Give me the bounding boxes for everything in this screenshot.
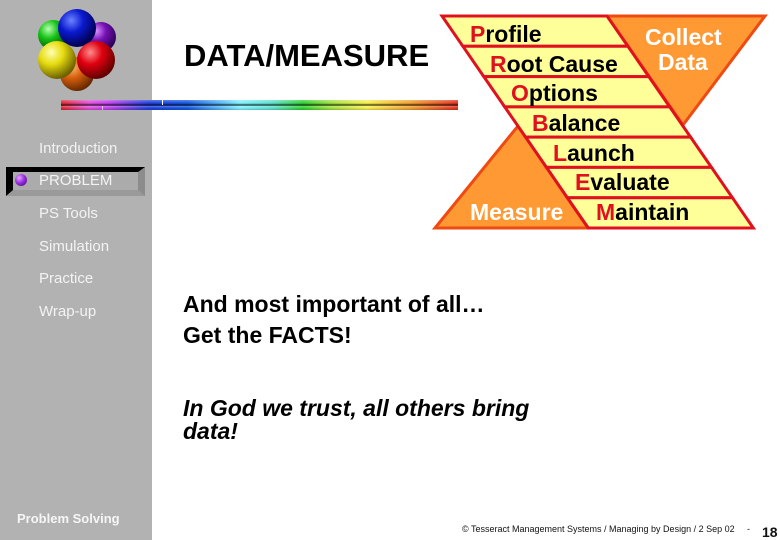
rainbow-divider [61, 100, 458, 110]
colored-spheres-logo-icon [38, 9, 116, 91]
divider-tick [162, 99, 163, 105]
band-label-maintain: Maintain [596, 199, 689, 225]
band-label-balance: Balance [532, 110, 620, 136]
nav-item-simulation[interactable]: Simulation [39, 239, 109, 254]
quote-secondary-line-2: data! [183, 418, 238, 444]
nav-item-practice[interactable]: Practice [39, 271, 93, 286]
page-number: 18 [762, 524, 778, 540]
yellow-sphere-icon [38, 41, 76, 79]
divider-tick [102, 106, 103, 110]
quote-primary-line-1: And most important of all… [183, 291, 485, 317]
red-sphere-icon [77, 41, 115, 79]
nav-item-ps-tools[interactable]: PS Tools [39, 206, 98, 221]
band-label-root-cause: Root Cause [490, 51, 618, 77]
quote-secondary-line-1: In God we trust, all others bring [183, 395, 530, 421]
band-label-evaluate: Evaluate [575, 169, 670, 195]
band-label-options: Options [511, 80, 598, 106]
collect-label: Collect [645, 24, 722, 50]
section-label: Problem Solving [17, 511, 120, 526]
problem-diagram: Profile Root Cause Options Balance Launc… [431, 14, 769, 230]
nav-item-wrap-up[interactable]: Wrap-up [39, 304, 96, 319]
nav-item-problem[interactable]: PROBLEM [39, 173, 112, 188]
sidebar: Introduction PROBLEM PS Tools Simulation… [0, 0, 152, 540]
blue-sphere-icon [58, 9, 96, 47]
purple-sphere-bullet-icon [15, 174, 27, 186]
quote-primary-line-2: Get the FACTS! [183, 322, 352, 348]
band-label-launch: Launch [553, 140, 635, 166]
band-label-profile: Profile [470, 21, 542, 47]
data-label: Data [658, 49, 708, 75]
footer-copyright: © Tesseract Management Systems / Managin… [462, 524, 735, 534]
nav-item-introduction[interactable]: Introduction [39, 141, 117, 156]
page-title: DATA/MEASURE [184, 38, 430, 73]
footer-separator: - [747, 524, 750, 534]
measure-label: Measure [470, 199, 563, 225]
